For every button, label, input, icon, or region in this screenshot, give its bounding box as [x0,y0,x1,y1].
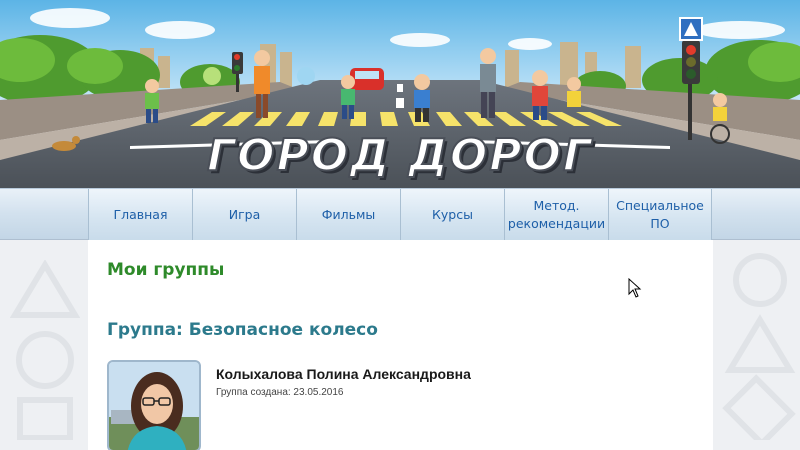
nav-items: Главная Игра Фильмы Курсы Метод. рекомен… [88,189,712,241]
member-avatar[interactable] [107,360,201,450]
road-signs-right-decoration [722,253,796,440]
nav-item-label: Курсы [432,207,473,222]
road-signs-left-decoration [10,260,80,440]
mouse-cursor-icon [628,278,642,298]
nav-item-label: Фильмы [321,207,376,222]
content-panel: Мои группы Группа: Безопасное колесо Кол… [88,240,713,450]
nav-item-label: Специальное ПО [616,198,704,231]
main-navigation: Главная Игра Фильмы Курсы Метод. рекомен… [0,188,800,241]
nav-item-label: Метод. рекомендации [507,198,606,231]
site-banner: ГОРОД ДОРОГ [0,0,800,188]
nav-item-label: Игра [228,207,261,222]
avatar-photo [109,362,199,450]
group-title[interactable]: Группа: Безопасное колесо [107,320,378,340]
nav-item-label: Главная [113,207,168,222]
member-name[interactable]: Колыхалова Полина Александровна [216,366,471,382]
site-logo-title[interactable]: ГОРОД ДОРОГ [0,129,800,182]
group-created-date: Группа создана: 23.05.2016 [216,387,344,398]
nav-item-films[interactable]: Фильмы [296,189,400,241]
nav-item-courses[interactable]: Курсы [400,189,504,241]
nav-item-home[interactable]: Главная [88,189,192,241]
page-title: Мои группы [107,260,225,280]
nav-item-special-software[interactable]: Специальное ПО [608,189,712,241]
nav-item-game[interactable]: Игра [192,189,296,241]
nav-item-method-recommendations[interactable]: Метод. рекомендации [504,189,608,241]
